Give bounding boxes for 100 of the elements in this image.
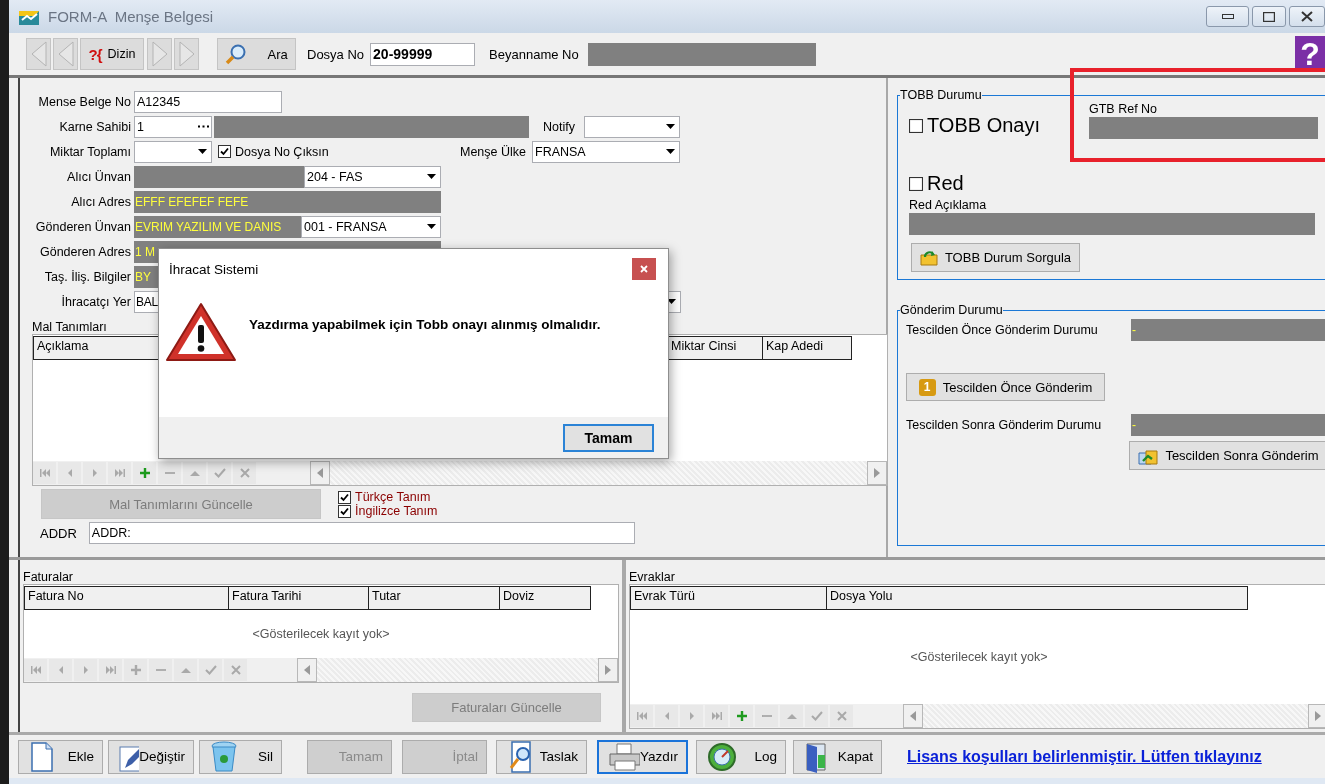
close-button[interactable]: [1289, 6, 1325, 27]
action-button[interactable]: Yazdır: [597, 739, 688, 774]
empty-message: <Gösterilecek kayıt yok>: [252, 627, 390, 641]
group-title: TOBB Durumu: [900, 88, 982, 102]
cancel-record-button[interactable]: [233, 462, 256, 484]
action-button[interactable]: Ekle: [18, 739, 103, 774]
action-button[interactable]: Kapat: [793, 739, 882, 774]
dropdown[interactable]: [134, 140, 212, 163]
ok-button[interactable]: Tamam: [563, 423, 654, 452]
check-icon: [204, 665, 217, 675]
checkbox[interactable]: [909, 176, 923, 191]
column-header: Evrak Türü: [630, 586, 827, 610]
remove-record-button[interactable]: [149, 659, 172, 681]
last-record-button[interactable]: [99, 659, 122, 681]
next-record-button[interactable]: [680, 705, 703, 727]
dropdown[interactable]: FRANSA: [532, 140, 680, 163]
field-label: Red Açıklama: [909, 198, 988, 212]
prev-record-button[interactable]: [58, 462, 81, 484]
send-after-button[interactable]: Tescilden Sonra Gönderim: [1129, 441, 1325, 470]
dropdown[interactable]: 204 - FAS: [304, 165, 441, 188]
next-record-button[interactable]: [74, 659, 97, 681]
minimize-button[interactable]: [1206, 6, 1249, 27]
add-icon: [736, 711, 747, 721]
up-icon: [180, 667, 191, 673]
dropdown[interactable]: [584, 115, 680, 138]
action-button[interactable]: Taslak: [496, 739, 587, 774]
checkbox[interactable]: [338, 504, 351, 518]
up-icon: [189, 470, 200, 476]
action-button[interactable]: Log: [696, 739, 786, 774]
checkbox-label: Red: [927, 172, 964, 195]
first-record-button[interactable]: [33, 462, 56, 484]
group-title: Gönderim Durumu: [900, 303, 1003, 317]
cancel-record-button[interactable]: [830, 705, 853, 727]
last-record-button[interactable]: [705, 705, 728, 727]
prev-record-button[interactable]: [49, 659, 72, 681]
readonly-field: -: [1131, 414, 1325, 436]
previous-icon: [664, 712, 669, 720]
horizontal-scrollbar[interactable]: [297, 658, 618, 682]
remove-record-button[interactable]: [755, 705, 778, 727]
tobb-query-button[interactable]: TOBB Durum Sorgula: [911, 243, 1080, 272]
cancel-record-button[interactable]: [224, 659, 247, 681]
add-record-button[interactable]: [133, 462, 156, 484]
lookup-field[interactable]: 1: [134, 115, 212, 138]
last-record-button[interactable]: [108, 462, 131, 484]
up-record-button[interactable]: [174, 659, 197, 681]
ellipsis-icon: [198, 125, 209, 128]
field-label: Karne Sahibi: [58, 119, 132, 134]
minus-icon: [155, 669, 166, 671]
field-label: Mense Belge No: [37, 94, 132, 109]
dialog-title: İhracat Sistemi: [169, 261, 259, 277]
field-label: Menşe Ülke: [460, 144, 526, 159]
next-icon: [83, 666, 88, 674]
cancel-icon: [239, 468, 250, 478]
addr-field[interactable]: ADDR:: [88, 522, 635, 544]
right-arrow-icon: [605, 665, 611, 675]
right-arrow-icon: [874, 468, 880, 478]
dropdown[interactable]: 001 - FRANSA: [301, 215, 441, 238]
up-record-button[interactable]: [780, 705, 803, 727]
field-label: Taş. İliş. Bilgiler: [43, 269, 132, 284]
prev-record-button[interactable]: [655, 705, 678, 727]
maximize-icon: [1263, 11, 1275, 22]
dizin-button[interactable]: ?{ Dizin: [80, 38, 144, 70]
checkbox[interactable]: [909, 118, 923, 133]
first-icon: [30, 666, 41, 674]
maximize-button[interactable]: [1252, 6, 1286, 27]
up-icon: [786, 713, 797, 719]
action-button[interactable]: Sil: [199, 739, 282, 774]
add-icon: [139, 468, 150, 478]
remove-record-button[interactable]: [158, 462, 181, 484]
field-label: ADDR: [40, 525, 77, 541]
checkbox[interactable]: [338, 490, 351, 504]
up-record-button[interactable]: [183, 462, 206, 484]
add-record-button[interactable]: [730, 705, 753, 727]
readonly-field: -: [1131, 319, 1325, 341]
post-record-button[interactable]: [805, 705, 828, 727]
post-record-button[interactable]: [199, 659, 222, 681]
column-header: Fatura No: [24, 586, 229, 610]
license-link[interactable]: Lisans koşulları belirlenmiştir. Lütfen tıklayınız: [907, 747, 1262, 766]
section-title: Evraklar: [629, 570, 675, 584]
text-field[interactable]: A12345: [134, 90, 282, 113]
field-label: İhracatçı Yer: [60, 294, 132, 309]
checkbox[interactable]: [218, 145, 231, 158]
help-glyph: ?{: [88, 45, 102, 63]
horizontal-scrollbar[interactable]: [310, 461, 887, 485]
first-record-button[interactable]: [24, 659, 47, 681]
section-title: Mal Tanımları: [32, 320, 107, 334]
field-label: Beyanname No: [489, 46, 579, 62]
first-record-button[interactable]: [630, 705, 653, 727]
send-before-button[interactable]: 1 Tescilden Önce Gönderim: [906, 373, 1105, 401]
dropdown-value: FRANSA: [535, 144, 586, 159]
post-record-button[interactable]: [208, 462, 231, 484]
add-record-button[interactable]: [124, 659, 147, 681]
next-record-button[interactable]: [83, 462, 106, 484]
search-button[interactable]: Ara: [217, 38, 296, 70]
horizontal-scrollbar[interactable]: [903, 704, 1325, 728]
dosya-no-field[interactable]: 20-99999: [370, 42, 476, 66]
dropdown-arrow-icon: [427, 174, 436, 179]
dropdown-value: 204 - FAS: [307, 169, 363, 184]
cancel-icon: [230, 665, 241, 675]
action-button[interactable]: Değiştir: [108, 739, 194, 774]
